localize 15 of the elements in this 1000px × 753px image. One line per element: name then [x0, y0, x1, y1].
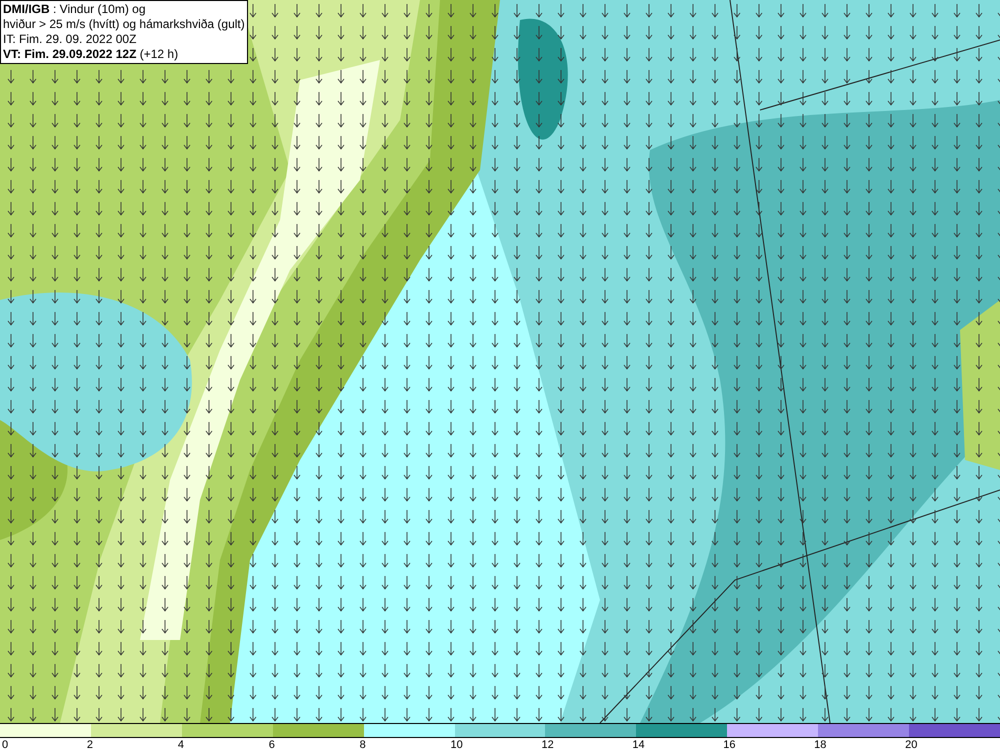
tick-label: 10 [450, 738, 463, 753]
tick-label: 0 [2, 738, 8, 753]
tick-label: 18 [814, 738, 826, 753]
tick-label: 2 [86, 738, 94, 753]
info-text: IT: Fim. 29. 09. 2022 00Z [3, 32, 138, 47]
tick-label: 12 [541, 738, 554, 753]
info-text: hviður > 25 m/s (hvítt) og hámarkshviða (gult) [3, 17, 245, 32]
info-text: VT: Fim. 29.09.2022 12Z (+12 h) [3, 47, 180, 62]
info-text: DMI/IGB : Vindur (10m) og [3, 2, 146, 17]
tick-label: 8 [360, 738, 366, 753]
tick-label: 20 [905, 738, 918, 753]
tick-label: 14 [632, 738, 645, 753]
tick-label: 16 [723, 738, 736, 753]
tick-label: 6 [268, 738, 275, 753]
tick-label: 4 [178, 738, 184, 753]
